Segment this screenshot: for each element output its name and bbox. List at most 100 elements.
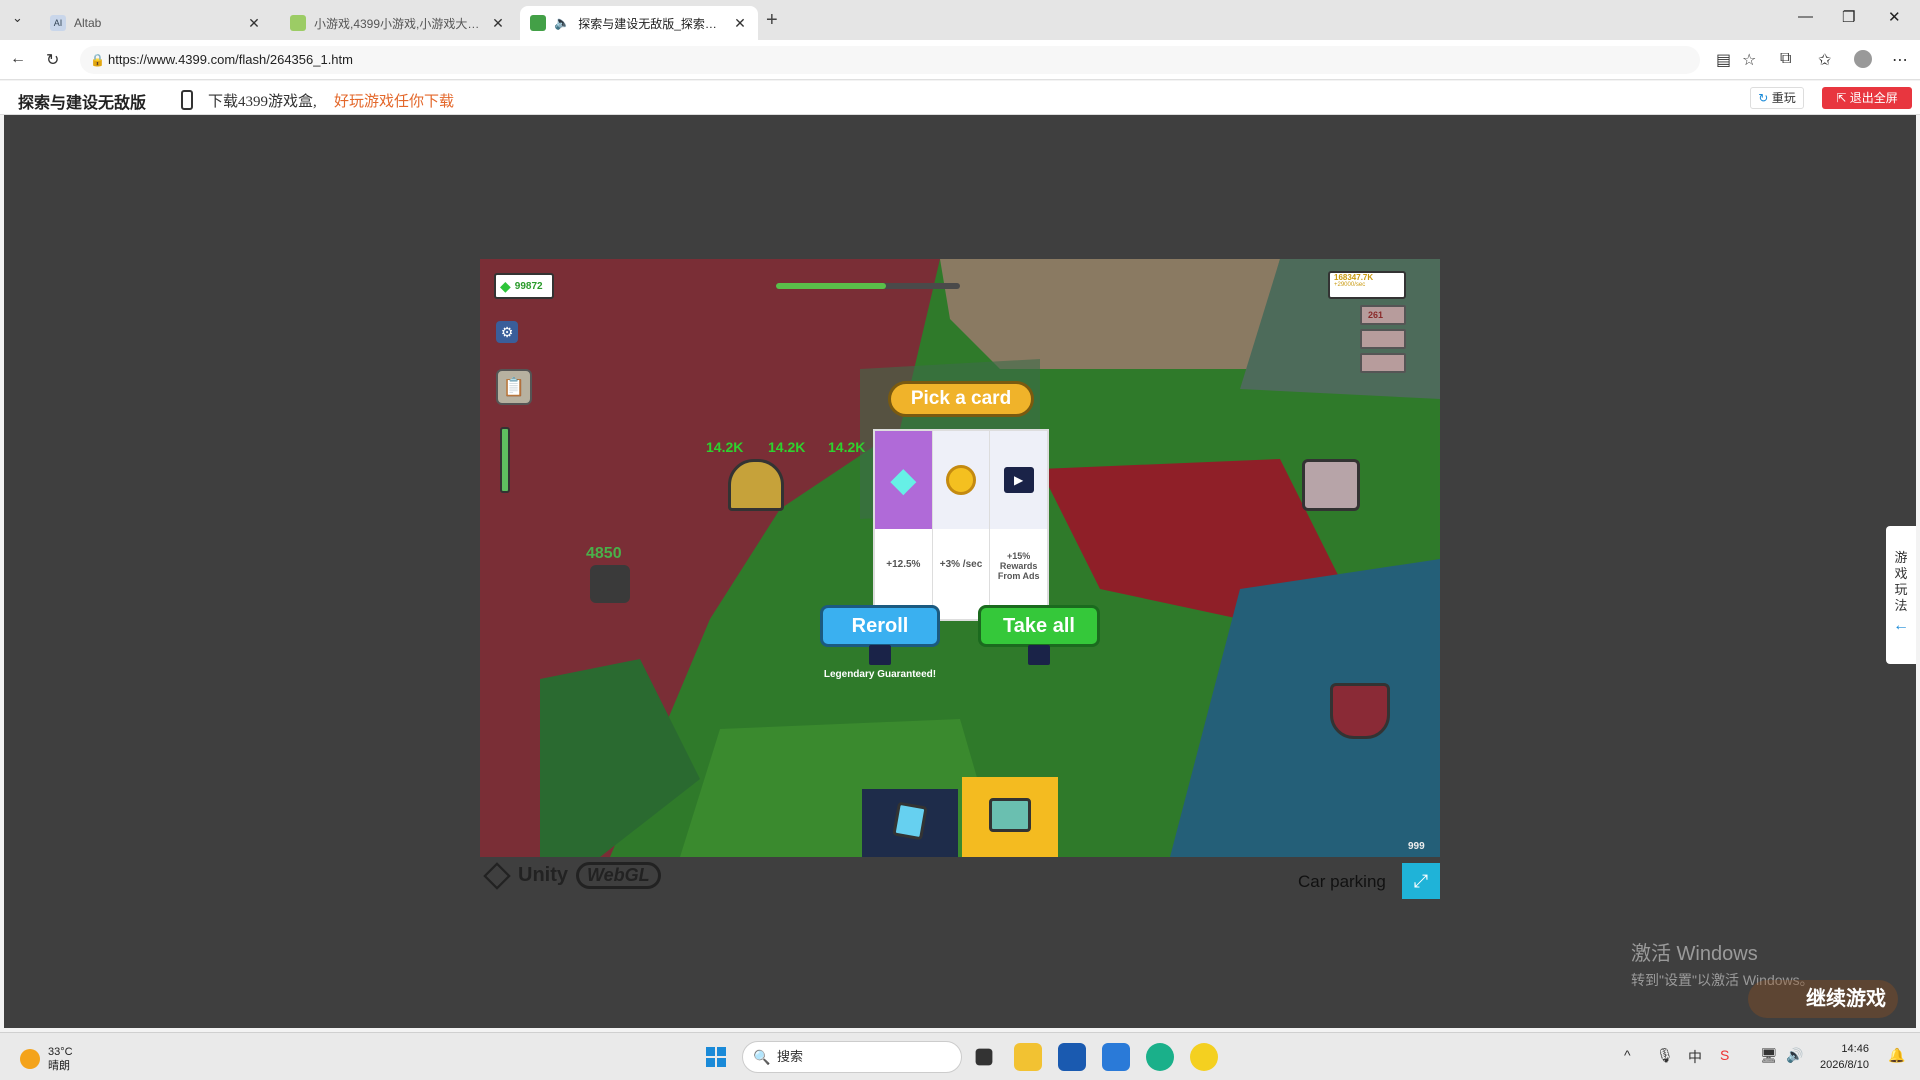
search-placeholder: 搜索: [777, 1049, 804, 1064]
factory-icon[interactable]: [1302, 459, 1360, 511]
tab-close-icon[interactable]: ✕: [732, 15, 748, 32]
reroll-video-icon: [869, 645, 891, 665]
tab-actions-icon[interactable]: ⌄: [12, 10, 23, 26]
game-help-tab[interactable]: 游戏玩法 ←: [1886, 526, 1916, 664]
status-text: Car parking: [1298, 872, 1386, 891]
more-menu-icon[interactable]: ⋯: [1892, 50, 1908, 70]
sun-icon: [20, 1049, 40, 1069]
corner-value: 999: [1408, 841, 1425, 852]
system-clock[interactable]: 14:46 2026/8/10: [1820, 1041, 1869, 1073]
gem-icon: ◆: [890, 461, 917, 499]
speaker-icon[interactable]: 🔈: [554, 15, 570, 31]
tab-game[interactable]: 🔈 探索与建设无敌版_探索与建设 ✕: [520, 6, 758, 40]
card-video[interactable]: ▶ +15% Rewards From Ads: [990, 431, 1048, 619]
altab-favicon-icon: AI: [50, 15, 66, 31]
new-tab-button[interactable]: +: [766, 9, 778, 32]
enemy-progress-bar: [776, 283, 960, 289]
fullscreen-button[interactable]: ⤢: [1402, 863, 1440, 899]
tab-close-icon[interactable]: ✕: [490, 15, 506, 32]
volume-icon[interactable]: 🔊: [1786, 1047, 1803, 1064]
clock-date: 2026/8/10: [1820, 1059, 1869, 1071]
store-icon[interactable]: [1058, 1043, 1086, 1071]
favorites-icon[interactable]: ✩: [1818, 50, 1831, 70]
back-icon[interactable]: ←: [10, 50, 26, 68]
coin-icon: [946, 464, 976, 495]
cards-icon: [892, 801, 928, 841]
url-field[interactable]: 🔒 https://www.4399.com/flash/264356_1.ht…: [80, 46, 1700, 74]
tab-4399[interactable]: 小游戏,4399小游戏,小游戏大全,双 ✕: [280, 6, 516, 40]
card-gem-text: +12.5%: [886, 559, 921, 570]
site-header: 探索与建设无敌版 下载4399游戏盒, 好玩游戏任你下载 ↻ 重玩 ⇱ 退出全屏: [0, 81, 1920, 115]
input-method-icon[interactable]: 中: [1688, 1047, 1702, 1067]
card-video-text: +15% Rewards From Ads: [997, 551, 1040, 581]
take-all-button[interactable]: Take all: [978, 605, 1100, 647]
tab-altab[interactable]: AI Altab ✕: [40, 6, 272, 40]
minimize-icon[interactable]: —: [1798, 8, 1813, 25]
side-panel-slot[interactable]: [1360, 353, 1406, 373]
network-icon[interactable]: 🖥: [1760, 1047, 1778, 1064]
game-page-title: 探索与建设无敌版: [18, 95, 147, 112]
exit-icon: ⇱: [1836, 91, 1850, 105]
profile-avatar-icon[interactable]: [1854, 50, 1872, 68]
castle-gate-icon[interactable]: [728, 459, 784, 511]
field-value: 14.2K: [706, 439, 744, 455]
clock-time: 14:46: [1841, 1043, 1869, 1055]
task-view-icon[interactable]: [975, 1048, 993, 1066]
lock-icon: 🔒: [90, 53, 105, 67]
extensions-icon[interactable]: ⧉: [1780, 50, 1791, 68]
exit-fullscreen-button[interactable]: ⇱ 退出全屏: [1822, 87, 1912, 109]
continue-game-label: 继续游戏: [1806, 988, 1886, 1010]
edge-browser-icon[interactable]: [1146, 1043, 1174, 1071]
tab-title: Altab: [74, 16, 102, 30]
weather-widget[interactable]: 33°C 晴朗: [20, 1045, 73, 1073]
pick-card-title-text: Pick a card: [910, 388, 1012, 409]
tray-overflow-icon[interactable]: ^: [1624, 1047, 1631, 1063]
field-value: 14.2K: [768, 439, 806, 455]
card-coin[interactable]: +3% /sec: [932, 431, 991, 619]
refresh-icon[interactable]: ↻: [46, 50, 59, 70]
card-gem[interactable]: ◆ +12.5%: [875, 431, 933, 619]
side-panel-slot[interactable]: [1360, 329, 1406, 349]
clipboard-icon[interactable]: 📋: [496, 369, 532, 405]
card-coin-text: +3% /sec: [939, 559, 983, 570]
arrow-left-icon: ←: [1893, 617, 1909, 634]
favorite-star-icon[interactable]: ☆: [1742, 50, 1756, 70]
restore-icon[interactable]: ❐: [1842, 8, 1855, 26]
tab-title: 小游戏,4399小游戏,小游戏大全,双: [314, 16, 482, 31]
settings-gear-icon[interactable]: ⚙: [496, 321, 518, 343]
map-menu-button[interactable]: [962, 777, 1058, 857]
start-button-icon[interactable]: [702, 1043, 730, 1071]
replay-button[interactable]: ↻ 重玩: [1750, 87, 1804, 109]
robot-unit-icon[interactable]: [590, 565, 630, 603]
url-text: https://www.4399.com/flash/264356_1.htm: [108, 52, 353, 67]
tab-close-icon[interactable]: ✕: [246, 15, 262, 32]
game-app-icon[interactable]: [1190, 1043, 1218, 1071]
continue-game-button[interactable]: 继续游戏: [1748, 980, 1898, 1018]
weather-text: 晴朗: [48, 1060, 70, 1072]
game-canvas[interactable]: ◆ 99872 ⚙ 📋 168347.7K +29000/sec 261 14.…: [480, 259, 1440, 857]
reroll-button[interactable]: Reroll: [820, 605, 940, 647]
microphone-icon[interactable]: 🎙: [1656, 1047, 1674, 1064]
card-coin-top: [932, 431, 990, 529]
replay-label: 重玩: [1771, 91, 1796, 105]
unity-logo: Unity WebGL: [483, 861, 661, 890]
reader-mode-icon[interactable]: ▤: [1716, 50, 1731, 70]
antivirus-icon[interactable]: S: [1720, 1047, 1729, 1063]
progress-bar-vertical: [500, 427, 510, 493]
windows-taskbar: 33°C 晴朗 🔍 搜索 ^ 🎙 中 S 🖥 🔊 14:46 2026/8/10…: [0, 1032, 1920, 1080]
promo-download-link[interactable]: 好玩游戏任你下载: [334, 90, 454, 111]
unit-value: 4850: [586, 545, 622, 562]
cards-menu-button[interactable]: [862, 789, 958, 857]
taskbar-search[interactable]: 🔍 搜索: [742, 1041, 962, 1073]
start-tile: [717, 1047, 726, 1056]
close-window-icon[interactable]: ✕: [1888, 8, 1901, 26]
take-all-label: Take all: [1003, 615, 1075, 637]
photos-app-icon[interactable]: [1102, 1043, 1130, 1071]
ship-icon[interactable]: [1330, 683, 1390, 739]
gem-value: 99872: [514, 280, 543, 292]
file-explorer-icon[interactable]: [1014, 1043, 1042, 1071]
take-all-video-icon: [1028, 645, 1050, 665]
notification-icon[interactable]: 🔔: [1888, 1047, 1905, 1064]
replay-icon: ↻: [1758, 91, 1772, 105]
legendary-guaranteed-note: Legendary Guaranteed!: [823, 669, 937, 680]
